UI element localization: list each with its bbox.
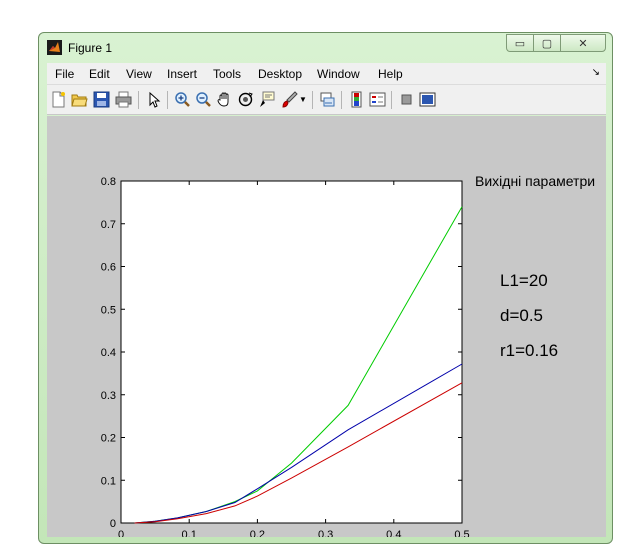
toolbar-separator <box>167 91 168 109</box>
y-tick-label: 0.8 <box>101 176 116 188</box>
maximize-button[interactable]: ▢ <box>533 34 561 52</box>
toolbar-separator <box>138 91 139 109</box>
maximize-icon: ▢ <box>541 37 553 50</box>
print-icon[interactable] <box>115 91 132 108</box>
link-plot-icon[interactable] <box>319 91 336 108</box>
rotate-3d-icon[interactable] <box>237 91 254 108</box>
y-tick-label: 0.2 <box>101 433 116 445</box>
toolbar-separator <box>341 91 342 109</box>
pointer-icon[interactable] <box>145 91 162 108</box>
minimize-icon: ▭ <box>514 37 526 50</box>
pan-icon[interactable] <box>216 91 233 108</box>
y-tick-label: 0.4 <box>101 347 116 359</box>
figure-canvas: 0 0.1 0.2 0.3 0.4 0.5 0 0.1 0.2 0.3 0.4 0.5 0.6 0.7 0.… <box>47 116 606 537</box>
close-button[interactable]: ✕ <box>560 34 606 52</box>
window-title: Figure 1 <box>68 41 113 55</box>
show-plot-tools-icon[interactable] <box>419 91 436 108</box>
y-tick-label: 0.7 <box>101 219 116 231</box>
y-tick-label: 0 <box>110 518 116 530</box>
menu-window[interactable]: Window <box>317 67 360 81</box>
figure-toolbar: ▼ <box>47 85 606 115</box>
menu-desktop[interactable]: Desktop <box>258 67 302 81</box>
legend-icon[interactable] <box>369 91 386 108</box>
menu-bar: File Edit View Insert Tools Desktop Wind… <box>47 63 606 85</box>
y-tick-label: 0.3 <box>101 390 116 402</box>
matlab-logo-icon <box>47 40 62 55</box>
menu-tools[interactable]: Tools <box>213 67 241 81</box>
hide-plot-tools-icon[interactable] <box>398 91 415 108</box>
menu-file[interactable]: File <box>55 67 74 81</box>
y-tick-label: 0.6 <box>101 262 116 274</box>
minimize-button[interactable]: ▭ <box>506 34 534 52</box>
param-l1: L1=20 <box>500 271 548 290</box>
y-tick-label: 0.1 <box>101 475 116 487</box>
figure-window: Figure 1 ▭ ▢ ✕ File Edit View Insert Too… <box>38 32 613 544</box>
x-tick-label: 0.3 <box>318 529 333 537</box>
menu-view[interactable]: View <box>126 67 152 81</box>
brush-dropdown-icon[interactable]: ▼ <box>299 95 307 104</box>
x-tick-label: 0.2 <box>250 529 265 537</box>
zoom-in-icon[interactable] <box>174 91 191 108</box>
menu-help[interactable]: Help <box>378 67 403 81</box>
param-d: d=0.5 <box>500 306 544 325</box>
x-tick-label: 0.4 <box>386 529 401 537</box>
dock-arrow-icon[interactable]: ↘ <box>592 67 600 78</box>
title-bar[interactable]: Figure 1 ▭ ▢ ✕ <box>39 33 612 61</box>
save-icon[interactable] <box>93 91 110 108</box>
menu-edit[interactable]: Edit <box>89 67 110 81</box>
y-tick-label: 0.5 <box>101 304 116 316</box>
toolbar-separator <box>391 91 392 109</box>
x-tick-label: 0.5 <box>454 529 469 537</box>
toolbar-separator <box>312 91 313 109</box>
x-tick-label: 0.1 <box>182 529 197 537</box>
x-tick-label: 0 <box>118 529 124 537</box>
parameters-title: Вихідні параметри <box>475 173 596 189</box>
zoom-out-icon[interactable] <box>195 91 212 108</box>
plot-area <box>120 180 463 524</box>
data-cursor-icon[interactable] <box>258 91 275 108</box>
new-figure-icon[interactable] <box>50 91 67 108</box>
param-r1: r1=0.16 <box>500 341 559 360</box>
open-file-icon[interactable] <box>71 91 88 108</box>
colorbar-icon[interactable] <box>348 91 365 108</box>
menu-insert[interactable]: Insert <box>167 67 197 81</box>
close-icon: ✕ <box>578 37 588 50</box>
brush-icon[interactable] <box>281 91 298 108</box>
